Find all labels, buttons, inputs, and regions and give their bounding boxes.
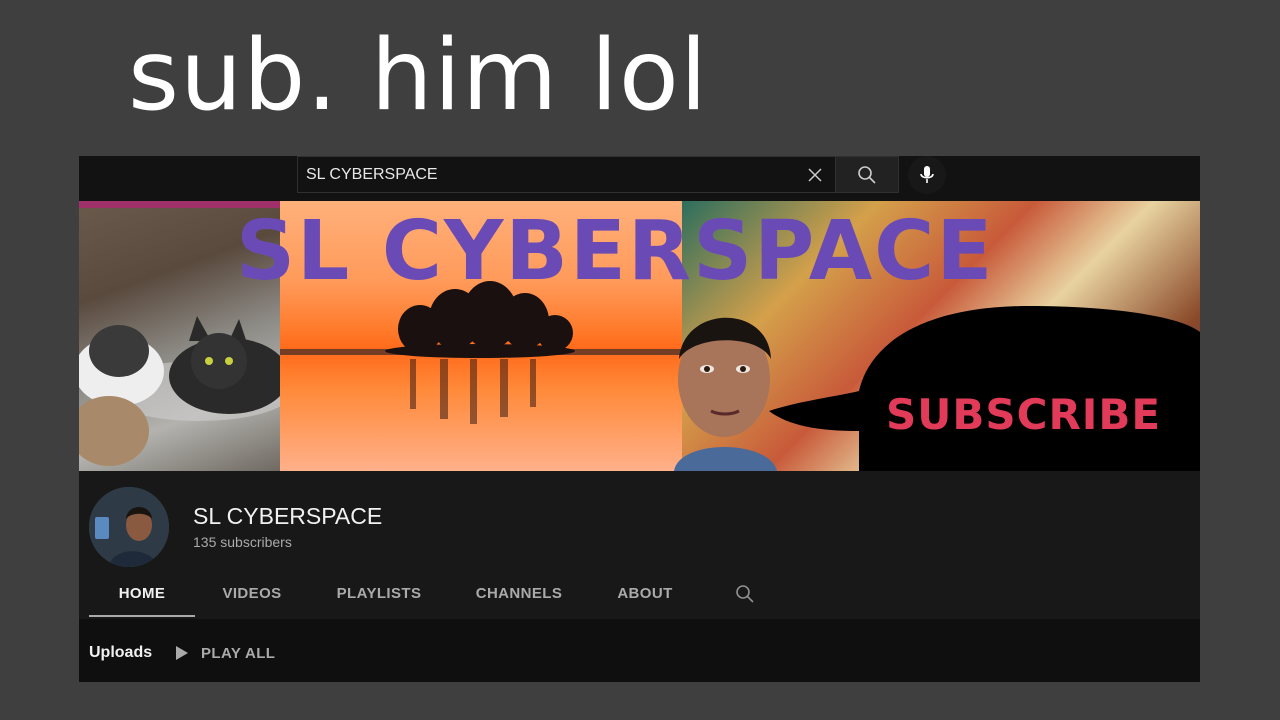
top-bar bbox=[79, 156, 1200, 201]
channel-tabs: HOME VIDEOS PLAYLISTS CHANNELS ABOUT bbox=[89, 569, 1189, 619]
subscriber-count: 135 subscribers bbox=[193, 534, 292, 550]
avatar-image bbox=[89, 487, 169, 567]
active-tab-indicator bbox=[89, 615, 195, 617]
tab-home[interactable]: HOME bbox=[89, 569, 195, 617]
meme-caption: sub. him lol bbox=[128, 19, 709, 133]
play-icon bbox=[176, 646, 188, 660]
tab-playlists[interactable]: PLAYLISTS bbox=[319, 569, 439, 617]
voice-search-button[interactable] bbox=[908, 156, 946, 194]
search-icon bbox=[736, 585, 754, 603]
channel-header: SL CYBERSPACE 135 subscribers HOME VIDEO… bbox=[79, 471, 1200, 619]
channel-banner: SL CYBERSPACE SUBSCRIBE bbox=[79, 201, 1200, 471]
clear-search-button[interactable] bbox=[804, 164, 826, 186]
youtube-channel-window: SL CYBERSPACE SUBSCRIBE SL CYBERSPACE 13… bbox=[79, 156, 1200, 682]
subscribe-cap-shape bbox=[769, 306, 1200, 471]
mic-icon bbox=[920, 166, 934, 183]
channel-name: SL CYBERSPACE bbox=[193, 503, 383, 529]
banner-title: SL CYBERSPACE bbox=[236, 204, 995, 299]
search-box[interactable] bbox=[297, 156, 836, 193]
channel-search-button[interactable] bbox=[733, 582, 757, 606]
uploads-section: Uploads PLAY ALL bbox=[79, 619, 1200, 682]
banner-subscribe-text: SUBSCRIBE bbox=[886, 390, 1162, 439]
play-all-label: PLAY ALL bbox=[201, 644, 276, 662]
search-input[interactable] bbox=[306, 165, 786, 185]
uploads-title: Uploads bbox=[89, 644, 153, 661]
tab-channels[interactable]: CHANNELS bbox=[459, 569, 579, 617]
tab-about[interactable]: ABOUT bbox=[601, 569, 689, 617]
avatar[interactable] bbox=[89, 487, 169, 567]
tab-videos[interactable]: VIDEOS bbox=[207, 569, 297, 617]
play-all-button[interactable]: PLAY ALL bbox=[175, 643, 275, 663]
search-icon bbox=[858, 165, 876, 184]
search-button[interactable] bbox=[835, 156, 899, 193]
close-icon bbox=[808, 168, 822, 182]
